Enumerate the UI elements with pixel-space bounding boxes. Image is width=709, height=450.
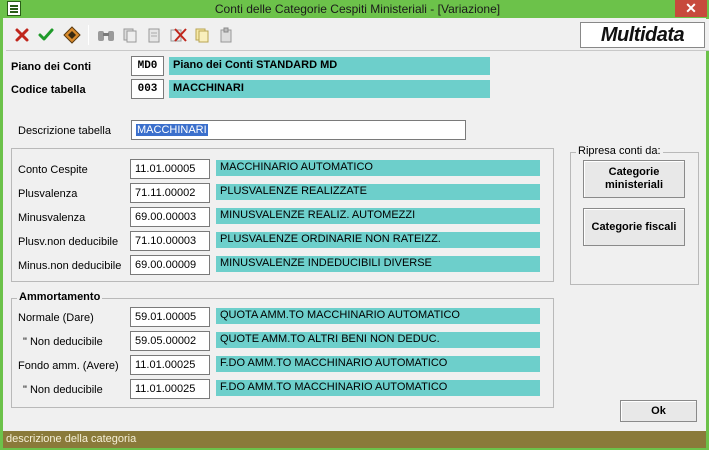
dare-non-deducibile-label: " Non deducibile xyxy=(23,336,103,348)
clipboard-icon[interactable] xyxy=(214,23,238,47)
fondo-avere-desc: F.DO AMM.TO MACCHINARIO AUTOMATICO xyxy=(216,356,540,372)
avere-non-deducibile-code[interactable]: 11.01.00025 xyxy=(130,379,210,399)
title-bar: Conti delle Categorie Cespiti Ministeria… xyxy=(3,0,709,18)
codice-desc: MACCHINARI xyxy=(169,80,490,98)
dare-non-deducibile-code[interactable]: 59.05.00002 xyxy=(130,331,210,351)
fondo-avere-code[interactable]: 11.01.00025 xyxy=(130,355,210,375)
minus-non-deducibile-desc: MINUSVALENZE INDEDUCIBILI DIVERSE xyxy=(216,256,540,272)
descrizione-value: MACCHINARI xyxy=(136,124,208,136)
minusvalenza-desc: MINUSVALENZE REALIZ. AUTOMEZZI xyxy=(216,208,540,224)
conto-cespite-desc: MACCHINARIO AUTOMATICO xyxy=(216,160,540,176)
brand-logo: Multidata xyxy=(580,22,705,48)
minusvalenza-label: Minusvalenza xyxy=(18,212,86,224)
plusv-non-deducibile-code[interactable]: 71.10.00003 xyxy=(130,231,210,251)
minusvalenza-code[interactable]: 69.00.00003 xyxy=(130,207,210,227)
toolbar: Multidata xyxy=(6,19,709,51)
piano-label: Piano dei Conti xyxy=(11,61,92,73)
normale-dare-label: Normale (Dare) xyxy=(18,312,94,324)
minus-non-deducibile-code[interactable]: 69.00.00009 xyxy=(130,255,210,275)
cancel-icon[interactable] xyxy=(10,23,34,47)
confirm-icon[interactable] xyxy=(34,23,58,47)
copy-icon[interactable] xyxy=(118,23,142,47)
main-window: Conti delle Categorie Cespiti Ministeria… xyxy=(0,0,709,450)
duplicate-icon[interactable] xyxy=(190,23,214,47)
status-bar: descrizione della categoria xyxy=(3,431,706,448)
categorie-fiscali-button[interactable]: Categorie fiscali xyxy=(583,208,685,246)
dare-non-deducibile-desc: QUOTE AMM.TO ALTRI BENI NON DEDUC. xyxy=(216,332,540,348)
plusvalenza-label: Plusvalenza xyxy=(18,188,78,200)
descrizione-input[interactable]: MACCHINARI xyxy=(131,120,466,140)
edit-icon[interactable] xyxy=(60,23,84,47)
conto-cespite-label: Conto Cespite xyxy=(18,164,88,176)
conto-cespite-code[interactable]: 11.01.00005 xyxy=(130,159,210,179)
descrizione-label: Descrizione tabella xyxy=(18,125,111,137)
ok-button[interactable]: Ok xyxy=(620,400,697,422)
piano-code-field[interactable]: MD0 xyxy=(131,56,164,76)
window-close-button[interactable]: ✕ xyxy=(675,0,707,17)
delete-icon[interactable] xyxy=(166,23,190,47)
categorie-ministeriali-button[interactable]: Categorie ministeriali xyxy=(583,160,685,198)
avere-non-deducibile-label: " Non deducibile xyxy=(23,384,103,396)
window-title: Conti delle Categorie Cespiti Ministeria… xyxy=(214,2,501,16)
piano-desc: Piano dei Conti STANDARD MD xyxy=(169,57,490,75)
codice-code-field[interactable]: 003 xyxy=(131,79,164,99)
normale-dare-code[interactable]: 59.01.00005 xyxy=(130,307,210,327)
plusvalenza-code[interactable]: 71.11.00002 xyxy=(130,183,210,203)
minus-non-deducibile-label: Minus.non deducibile xyxy=(18,260,122,272)
ammortamento-title: Ammortamento xyxy=(17,291,103,303)
normale-dare-desc: QUOTA AMM.TO MACCHINARIO AUTOMATICO xyxy=(216,308,540,324)
avere-non-deducibile-desc: F.DO AMM.TO MACCHINARIO AUTOMATICO xyxy=(216,380,540,396)
codice-label: Codice tabella xyxy=(11,84,86,96)
plusv-non-deducibile-desc: PLUSVALENZE ORDINARIE NON RATEIZZ. xyxy=(216,232,540,248)
ripresa-title: Ripresa conti da: xyxy=(576,145,663,157)
fondo-avere-label: Fondo amm. (Avere) xyxy=(18,360,119,372)
paste-icon[interactable] xyxy=(142,23,166,47)
binoculars-icon[interactable] xyxy=(94,23,118,47)
plusv-non-deducibile-label: Plusv.non deducibile xyxy=(18,236,119,248)
plusvalenza-desc: PLUSVALENZE REALIZZATE xyxy=(216,184,540,200)
